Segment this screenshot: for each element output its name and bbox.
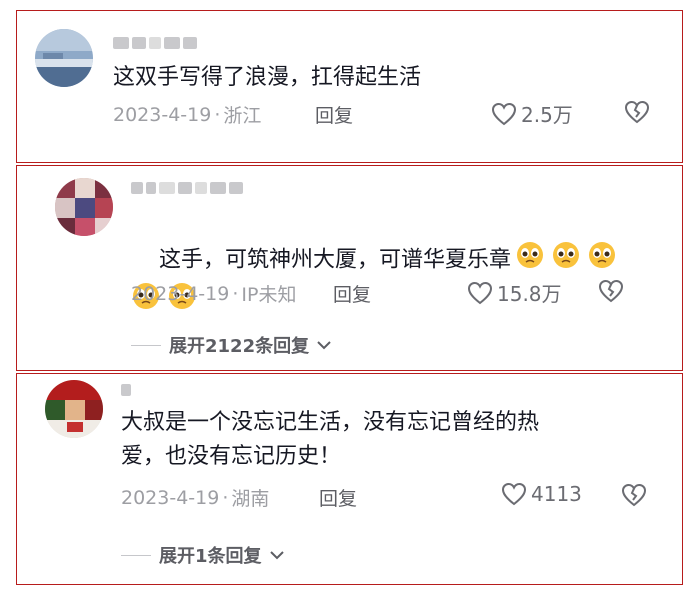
like-button[interactable]: 2.5万	[491, 99, 573, 128]
like-button[interactable]: 15.8万	[467, 278, 562, 307]
username-blurred[interactable]	[113, 35, 197, 51]
comment-card: 这手，可筑神州大厦，可谱华夏乐章 2023-4-19 · IP未知 回复 15.…	[16, 165, 683, 371]
broken-heart-icon	[598, 279, 624, 303]
comment-text-content: 这手，可筑神州大厦，可谱华夏乐章	[158, 247, 511, 273]
pleading-face-emoji	[587, 240, 617, 281]
comment-meta: 2023-4-19 · 湖南	[121, 484, 269, 511]
comment-text: 大叔是一个没忘记生活，没有忘记曾经的热 爱，也没有忘记历史！	[121, 410, 540, 469]
avatar[interactable]	[45, 380, 103, 438]
comment-location: 湖南	[231, 488, 270, 510]
heart-icon	[467, 281, 493, 304]
dislike-button[interactable]	[621, 483, 647, 511]
broken-heart-icon	[624, 100, 650, 124]
heart-icon	[491, 102, 517, 125]
comment-location: IP未知	[241, 284, 297, 306]
meta-separator: ·	[232, 282, 239, 305]
broken-heart-icon	[621, 483, 647, 507]
comment-date: 2023-4-19	[131, 282, 230, 305]
chevron-down-icon	[317, 341, 331, 350]
comment-meta: 2023-4-19 · 浙江	[113, 101, 261, 128]
comment-date: 2023-4-19	[113, 103, 212, 126]
divider-line	[131, 344, 161, 346]
pleading-face-emoji	[551, 240, 581, 281]
comment-card: 这双手写得了浪漫，扛得起生活 2023-4-19 · 浙江 回复 2.5万	[16, 10, 683, 163]
comment-text: 这双手写得了浪漫，扛得起生活	[113, 65, 422, 90]
expand-replies-label: 展开2122条回复	[169, 336, 310, 357]
like-count: 15.8万	[497, 282, 562, 306]
comment-card: 大叔是一个没忘记生活，没有忘记曾经的热 爱，也没有忘记历史！ 2023-4-19…	[16, 373, 683, 585]
comment-date: 2023-4-19	[121, 486, 220, 509]
username-blurred[interactable]	[121, 382, 131, 398]
dislike-button[interactable]	[624, 100, 650, 128]
meta-separator: ·	[214, 103, 221, 126]
chevron-down-icon	[269, 551, 284, 560]
reply-button[interactable]: 回复	[315, 101, 353, 128]
avatar[interactable]	[35, 29, 93, 87]
heart-icon	[501, 482, 527, 506]
divider-line	[121, 554, 151, 556]
username-blurred[interactable]	[131, 180, 243, 196]
comment-location: 浙江	[223, 105, 262, 127]
like-count: 4113	[531, 482, 582, 506]
meta-separator: ·	[222, 486, 229, 509]
like-button[interactable]: 4113	[501, 482, 582, 506]
reply-button[interactable]: 回复	[333, 280, 371, 307]
like-count: 2.5万	[521, 103, 573, 127]
dislike-button[interactable]	[598, 279, 624, 307]
comment-meta: 2023-4-19 · IP未知	[131, 280, 296, 307]
pleading-face-emoji	[515, 240, 545, 281]
reply-button[interactable]: 回复	[319, 484, 357, 511]
expand-replies-label: 展开1条回复	[159, 546, 262, 567]
avatar[interactable]	[55, 178, 113, 236]
expand-replies-button[interactable]: 展开2122条回复	[131, 332, 331, 358]
expand-replies-button[interactable]: 展开1条回复	[121, 542, 284, 568]
